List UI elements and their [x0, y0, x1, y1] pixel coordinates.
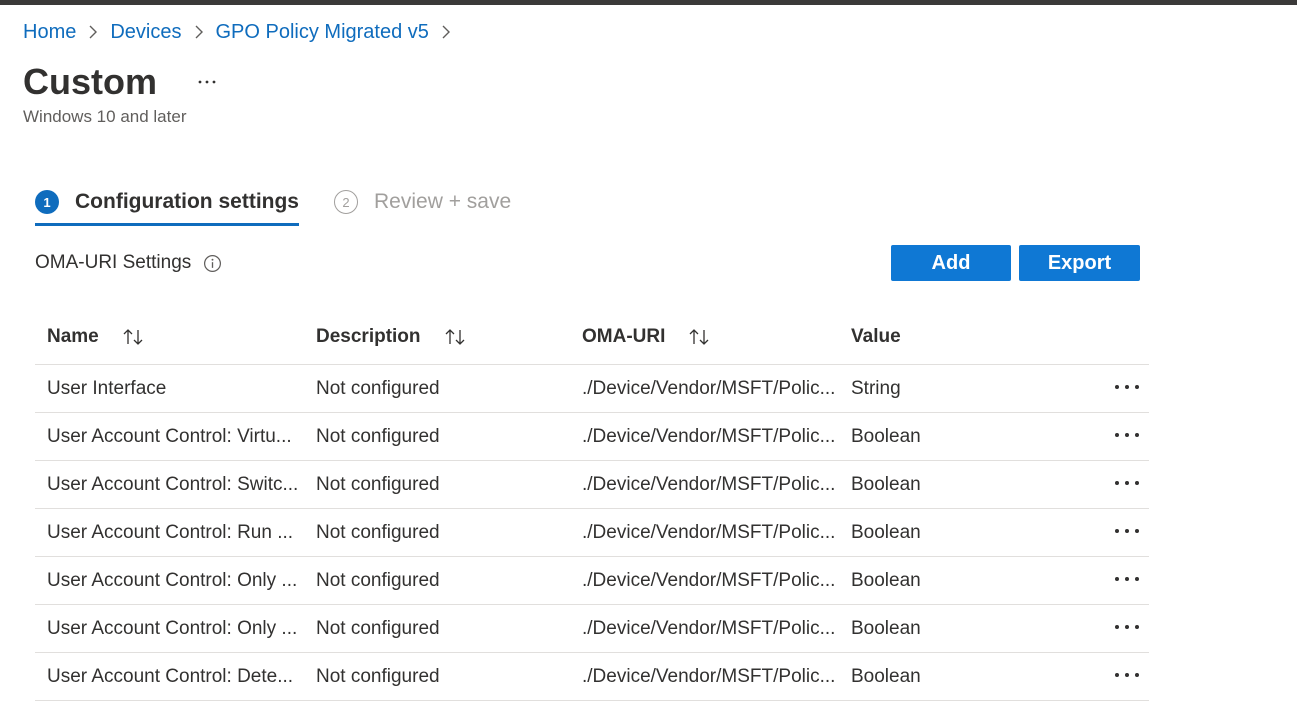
cell-name: User Account Control: Only ...: [47, 618, 298, 639]
cell-name: User Account Control: Virtu...: [47, 426, 292, 447]
sort-icon[interactable]: [443, 327, 469, 347]
breadcrumb-devices[interactable]: Devices: [110, 21, 181, 44]
cell-oma-uri: ./Device/Vendor/MSFT/Polic...: [582, 474, 836, 495]
table-row[interactable]: User Account Control: Only ... Not confi…: [35, 605, 1149, 653]
wizard-steps: 1 Configuration settings 2 Review + save: [35, 184, 511, 226]
cell-value: Boolean: [851, 426, 921, 447]
more-horizontal-icon[interactable]: [1113, 473, 1141, 493]
cell-value: Boolean: [851, 474, 921, 495]
page-subtitle: Windows 10 and later: [23, 107, 187, 126]
breadcrumb-home[interactable]: Home: [23, 21, 76, 44]
cell-value: Boolean: [851, 570, 921, 591]
column-header-label: Value: [851, 326, 901, 347]
more-horizontal-icon[interactable]: [1113, 377, 1141, 397]
cell-oma-uri: ./Device/Vendor/MSFT/Polic...: [582, 618, 836, 639]
settings-label: OMA-URI Settings: [35, 252, 192, 273]
add-button[interactable]: Add: [891, 245, 1011, 281]
column-header-oma-uri[interactable]: OMA-URI: [582, 326, 713, 348]
more-horizontal-icon[interactable]: [1113, 665, 1141, 685]
cell-name: User Interface: [47, 378, 167, 399]
step-number: 1: [35, 190, 59, 214]
table-row[interactable]: User Account Control: Only ... Not confi…: [35, 557, 1149, 605]
sort-icon[interactable]: [121, 327, 147, 347]
cell-oma-uri: ./Device/Vendor/MSFT/Polic...: [582, 378, 836, 399]
column-header-description[interactable]: Description: [316, 326, 469, 348]
cell-value: Boolean: [851, 618, 921, 639]
step-configuration-settings[interactable]: 1 Configuration settings: [35, 184, 299, 226]
cell-description: Not configured: [316, 522, 440, 543]
cell-value: Boolean: [851, 666, 921, 687]
table-row[interactable]: User Interface Not configured ./Device/V…: [35, 365, 1149, 413]
more-horizontal-icon[interactable]: [1113, 521, 1141, 541]
more-horizontal-icon[interactable]: [1113, 425, 1141, 445]
step-review-save[interactable]: 2 Review + save: [334, 184, 511, 220]
column-header-label: Name: [47, 326, 99, 347]
more-horizontal-icon[interactable]: [1113, 617, 1141, 637]
cell-name: User Account Control: Dete...: [47, 666, 294, 687]
column-header-label: OMA-URI: [582, 326, 666, 347]
export-button[interactable]: Export: [1019, 245, 1140, 281]
sort-icon[interactable]: [687, 327, 713, 347]
oma-uri-settings-heading: OMA-URI Settings: [35, 252, 222, 274]
oma-uri-table: Name Description OMA-URI Value User Inte: [35, 312, 1149, 701]
step-label: Configuration settings: [75, 190, 299, 213]
cell-value: Boolean: [851, 522, 921, 543]
cell-value: String: [851, 378, 901, 399]
more-horizontal-icon[interactable]: [195, 70, 219, 94]
cell-oma-uri: ./Device/Vendor/MSFT/Polic...: [582, 570, 836, 591]
cell-oma-uri: ./Device/Vendor/MSFT/Polic...: [582, 522, 836, 543]
table-row[interactable]: User Account Control: Switc... Not confi…: [35, 461, 1149, 509]
chevron-right-icon: [429, 20, 463, 44]
column-header-name[interactable]: Name: [47, 326, 147, 348]
cell-name: User Account Control: Run ...: [47, 522, 294, 543]
cell-description: Not configured: [316, 618, 440, 639]
column-header-label: Description: [316, 326, 421, 347]
cell-name: User Account Control: Switc...: [47, 474, 299, 495]
table-row[interactable]: User Account Control: Run ... Not config…: [35, 509, 1149, 557]
cell-description: Not configured: [316, 426, 440, 447]
title-row: Custom: [23, 60, 219, 104]
cell-name: User Account Control: Only ...: [47, 570, 298, 591]
more-horizontal-icon[interactable]: [1113, 569, 1141, 589]
cell-description: Not configured: [316, 474, 440, 495]
table-header: Name Description OMA-URI Value: [35, 312, 1149, 365]
page-title: Custom: [23, 61, 157, 102]
table-row[interactable]: User Account Control: Dete... Not config…: [35, 653, 1149, 701]
breadcrumb-policy[interactable]: GPO Policy Migrated v5: [216, 21, 429, 44]
column-header-value: Value: [851, 326, 901, 348]
cell-description: Not configured: [316, 378, 440, 399]
table-row[interactable]: User Account Control: Virtu... Not confi…: [35, 413, 1149, 461]
cell-oma-uri: ./Device/Vendor/MSFT/Polic...: [582, 666, 836, 687]
cell-oma-uri: ./Device/Vendor/MSFT/Polic...: [582, 426, 836, 447]
top-bar: [0, 0, 1297, 5]
step-label: Review + save: [374, 190, 512, 213]
breadcrumb: Home Devices GPO Policy Migrated v5: [23, 20, 463, 44]
cell-description: Not configured: [316, 570, 440, 591]
step-number: 2: [334, 190, 358, 214]
chevron-right-icon: [182, 20, 216, 44]
cell-description: Not configured: [316, 666, 440, 687]
chevron-right-icon: [76, 20, 110, 44]
info-icon[interactable]: [203, 254, 222, 273]
